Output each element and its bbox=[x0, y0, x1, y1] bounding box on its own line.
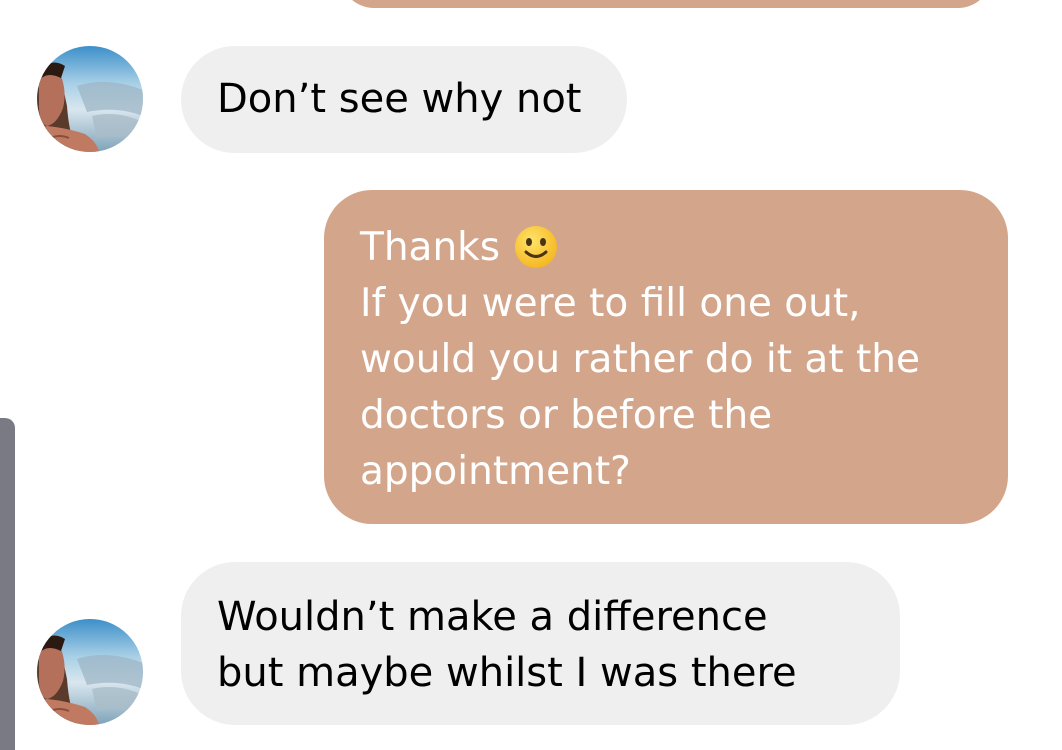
slightly-smiling-face-emoji-icon bbox=[514, 225, 558, 269]
incoming-message-bubble[interactable]: Don’t see why not bbox=[181, 46, 627, 153]
message-text-line: would you rather do it at the bbox=[360, 337, 921, 382]
message-text-line: appointment? bbox=[360, 449, 631, 494]
incoming-message-bubble[interactable]: Wouldn’t make a difference but maybe whi… bbox=[181, 562, 900, 725]
message-text-line: Thanks bbox=[360, 220, 972, 276]
contact-avatar[interactable] bbox=[37, 46, 143, 152]
message-text: Don’t see why not bbox=[217, 76, 582, 122]
message-text-line: Wouldn’t make a difference bbox=[217, 594, 768, 640]
message-text-line: If you were to fill one out, bbox=[360, 281, 861, 326]
contact-avatar[interactable] bbox=[37, 619, 143, 725]
outgoing-message-bubble[interactable]: Thanks If you were to fill one out, woul… bbox=[324, 190, 1008, 524]
chat-thread: Don’t see why not Thanks If you were to … bbox=[0, 0, 1062, 750]
message-text-line: doctors or before the bbox=[360, 393, 773, 438]
previous-outgoing-message-bubble[interactable] bbox=[340, 0, 992, 8]
message-text-line: but maybe whilst I was there bbox=[217, 650, 797, 696]
side-panel-edge bbox=[0, 418, 15, 750]
